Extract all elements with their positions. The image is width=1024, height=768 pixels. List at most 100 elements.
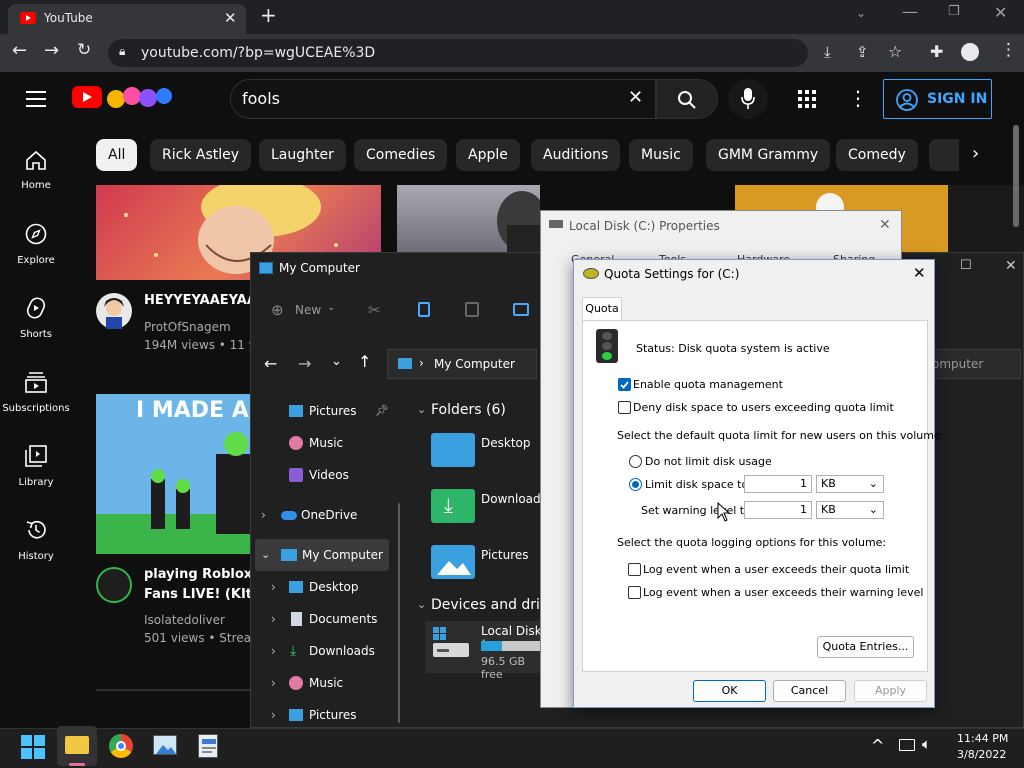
close-icon[interactable]: ✕: [1005, 258, 1017, 274]
nav-item-onedrive[interactable]: › OneDrive: [251, 499, 401, 531]
limit-disk-space-radio[interactable]: [629, 478, 642, 491]
chip-comedies[interactable]: Comedies: [354, 139, 448, 171]
chip-laughter[interactable]: Laughter: [259, 139, 346, 171]
downloads-folder-icon[interactable]: ⤓: [431, 489, 475, 523]
extensions-icon[interactable]: ✚: [930, 42, 943, 61]
nav-item-videos[interactable]: Videos: [251, 459, 401, 491]
new-dropdown-icon[interactable]: ⌄: [327, 302, 335, 313]
copy-icon[interactable]: [418, 302, 430, 317]
settings-more-icon[interactable]: ⋮: [848, 86, 868, 110]
new-icon[interactable]: ⊕: [271, 301, 284, 319]
bookmark-star-icon[interactable]: ☆: [888, 42, 902, 61]
back-icon[interactable]: ←: [12, 40, 27, 61]
chrome-icon[interactable]: [109, 734, 133, 758]
chip-partial[interactable]: [929, 139, 959, 171]
close-tab-icon[interactable]: ✕: [224, 9, 237, 27]
chrome-menu-icon[interactable]: ⋮: [1000, 40, 1017, 60]
chip-all[interactable]: All: [96, 139, 138, 171]
sidebar-item-explore[interactable]: Explore: [0, 220, 72, 294]
limit-disk-space-label[interactable]: Limit disk space to: [645, 478, 748, 491]
enable-quota-label[interactable]: Enable quota management: [633, 378, 783, 391]
sign-in-button[interactable]: SIGN IN: [883, 79, 992, 119]
deny-disk-space-label[interactable]: Deny disk space to users exceeding quota…: [633, 401, 894, 414]
apply-button[interactable]: Apply: [854, 680, 927, 702]
tab-quota[interactable]: Quota: [582, 297, 622, 321]
sidebar-item-home[interactable]: Home: [0, 146, 72, 220]
collapse-chevron-icon[interactable]: ⌄: [417, 403, 426, 416]
folder-label[interactable]: Pictures: [481, 548, 529, 562]
collapse-chevron-icon[interactable]: ⌄: [417, 598, 426, 611]
folder-label[interactable]: Desktop: [481, 436, 531, 450]
sidebar-item-library[interactable]: Library: [0, 442, 72, 516]
nav-item-music[interactable]: Music: [251, 427, 401, 459]
expand-chevron-icon[interactable]: ›: [271, 571, 276, 603]
log-warning-level-checkbox[interactable]: [628, 586, 641, 599]
volume-icon[interactable]: 🔈︎: [922, 735, 931, 753]
new-tab-icon[interactable]: +: [260, 3, 277, 27]
warning-level-label[interactable]: Set warning level to: [641, 504, 751, 517]
folders-header[interactable]: Folders (6): [431, 402, 506, 418]
video-thumbnail[interactable]: [397, 185, 540, 252]
sidebar-item-history[interactable]: History: [0, 516, 72, 590]
nav-item-pictures-2[interactable]: › Pictures: [251, 699, 401, 731]
expand-chevron-icon[interactable]: ›: [271, 699, 276, 731]
desktop-folder-icon[interactable]: [431, 433, 475, 467]
folder-label[interactable]: Downloads: [481, 492, 547, 506]
photos-app-icon[interactable]: [153, 735, 177, 755]
install-app-icon[interactable]: ⤓: [824, 43, 831, 61]
nav-item-pictures[interactable]: Pictures 📌︎: [251, 395, 401, 427]
limit-value-input[interactable]: 1: [744, 475, 812, 493]
show-hidden-icons-icon[interactable]: ^: [871, 736, 884, 755]
reload-icon[interactable]: ↻: [77, 40, 91, 60]
enable-quota-checkbox[interactable]: [618, 378, 631, 391]
search-button[interactable]: [656, 79, 718, 119]
chip-gmm-grammy[interactable]: GMM Grammy: [706, 139, 831, 171]
forward-icon[interactable]: →: [44, 40, 59, 61]
cut-icon[interactable]: ✂: [368, 301, 381, 319]
channel-avatar[interactable]: [96, 293, 132, 329]
restore-icon[interactable]: ❐: [948, 4, 960, 19]
warning-unit-select[interactable]: KB ⌄: [816, 501, 884, 519]
apps-grid-icon[interactable]: [798, 90, 816, 108]
new-button[interactable]: New: [295, 303, 321, 317]
nav-item-music-2[interactable]: › Music: [251, 667, 401, 699]
share-icon[interactable]: ⇪: [856, 43, 869, 61]
address-bar[interactable]: › My Computer: [387, 349, 537, 379]
log-quota-limit-label[interactable]: Log event when a user exceeds their quot…: [643, 563, 909, 576]
no-limit-radio[interactable]: [629, 455, 642, 468]
quota-entries-button[interactable]: Quota Entries...: [817, 636, 914, 658]
maximize-icon[interactable]: ☐: [960, 258, 972, 273]
forward-icon[interactable]: →: [298, 354, 311, 373]
chip-rick-astley[interactable]: Rick Astley: [150, 139, 252, 171]
channel-name[interactable]: Isolatedoliver: [144, 613, 225, 627]
chip-auditions[interactable]: Auditions: [531, 139, 621, 171]
rename-icon[interactable]: [513, 303, 529, 316]
limit-unit-select[interactable]: KB ⌄: [816, 475, 884, 493]
no-limit-label[interactable]: Do not limit disk usage: [645, 455, 772, 468]
close-icon[interactable]: ✕: [879, 217, 891, 233]
close-icon[interactable]: ✕: [913, 264, 926, 282]
browser-tab[interactable]: YouTube ✕: [8, 4, 246, 34]
profile-avatar-icon[interactable]: [961, 43, 979, 61]
nav-scrollbar[interactable]: [398, 503, 400, 723]
up-icon[interactable]: ↑: [358, 352, 371, 371]
expand-chevron-icon[interactable]: ›: [271, 667, 276, 699]
clear-search-icon[interactable]: ✕: [628, 87, 643, 108]
start-windows-icon[interactable]: [21, 735, 45, 759]
pin-icon[interactable]: 📌︎: [375, 395, 389, 427]
clock-time[interactable]: 11:44 PM: [957, 732, 1008, 745]
search-input[interactable]: fools ✕: [230, 79, 656, 119]
back-icon[interactable]: ←: [264, 354, 277, 373]
local-disk-drive[interactable]: Local Disk ( 96.5 GB free: [425, 621, 545, 681]
expand-chevron-icon[interactable]: ›: [271, 635, 276, 667]
nav-item-my-computer[interactable]: ⌄ My Computer: [255, 539, 389, 571]
nav-item-desktop[interactable]: › Desktop: [251, 571, 401, 603]
channel-name[interactable]: ProtOfSnagem: [144, 320, 231, 334]
tab-search-icon[interactable]: ⌄: [856, 6, 866, 20]
minimize-icon[interactable]: —: [902, 2, 918, 21]
taskbar-file-explorer[interactable]: [57, 726, 97, 766]
nav-item-downloads[interactable]: › ⤓ Downloads: [251, 635, 401, 667]
nav-item-documents[interactable]: › Documents: [251, 603, 401, 635]
chips-next-icon[interactable]: ›: [972, 143, 979, 164]
collapse-chevron-icon[interactable]: ⌄: [261, 539, 270, 571]
